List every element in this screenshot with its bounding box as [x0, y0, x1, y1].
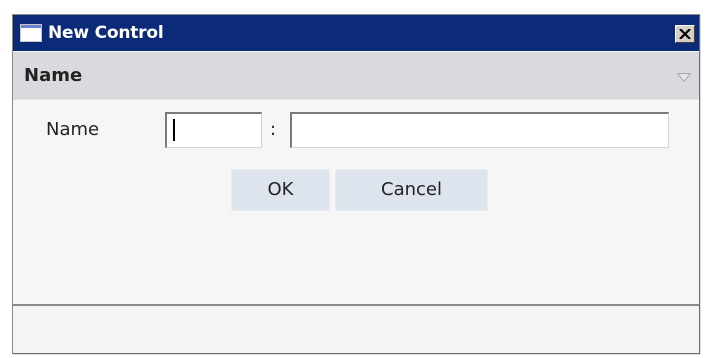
cancel-button[interactable]: Cancel	[335, 169, 488, 211]
name-separator: :	[270, 119, 277, 140]
close-button[interactable]	[675, 25, 695, 43]
close-icon	[679, 29, 691, 39]
name-label: Name	[46, 119, 100, 140]
window-icon	[20, 24, 42, 42]
window-title: New Control	[48, 23, 164, 43]
triangle-down-icon[interactable]	[677, 73, 691, 82]
dialog-footer	[13, 306, 699, 353]
name-first-input[interactable]	[165, 112, 262, 148]
title-bar: New Control	[13, 15, 699, 52]
screen: New Control Name Name : OK Cancel	[0, 0, 705, 358]
section-title: Name	[24, 65, 83, 86]
name-second-input[interactable]	[290, 112, 669, 148]
dialog-window: New Control Name Name : OK Cancel	[12, 14, 700, 354]
text-caret	[173, 119, 175, 141]
section-header-name[interactable]: Name	[13, 52, 699, 100]
ok-button[interactable]: OK	[231, 169, 330, 211]
